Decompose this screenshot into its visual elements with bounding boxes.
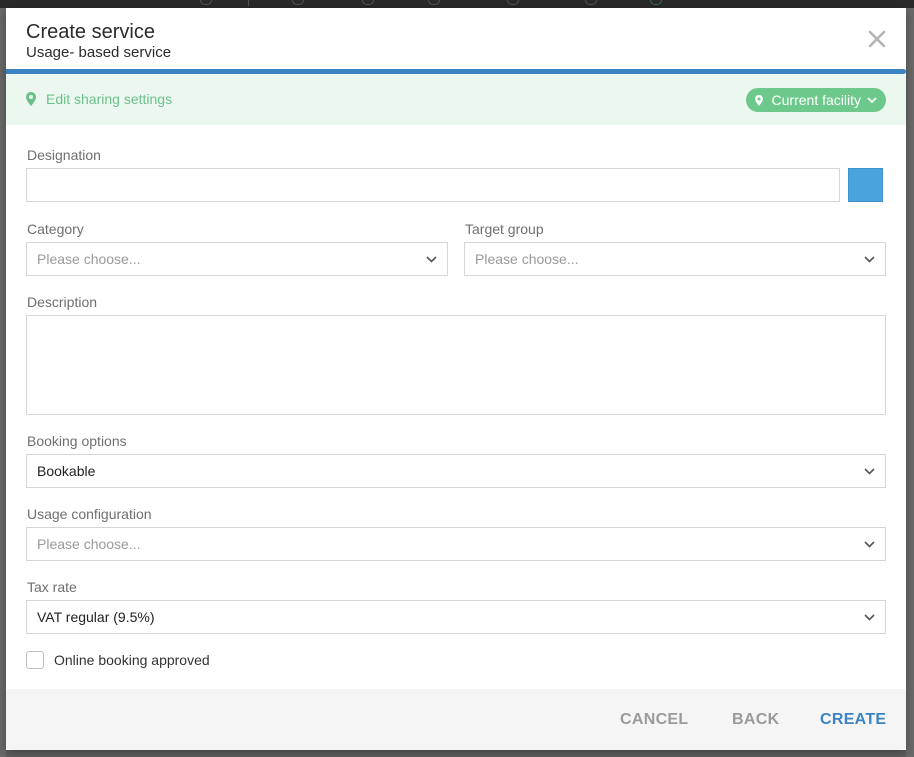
- chevron-down-icon: [864, 540, 875, 548]
- background-tag-icon: [362, 0, 374, 5]
- chevron-down-icon: [867, 96, 877, 103]
- online-booking-approved-row[interactable]: Online booking approved: [26, 651, 210, 669]
- create-service-dialog: Create service Usage- based service Edit…: [6, 8, 906, 750]
- background-gear-icon: [650, 0, 662, 5]
- target-group-label: Target group: [465, 221, 544, 237]
- current-facility-label: Current facility: [771, 92, 861, 108]
- sharing-settings-bar: Edit sharing settings Current facility: [6, 74, 906, 125]
- booking-options-select[interactable]: Bookable: [26, 454, 886, 488]
- booking-options-value: Bookable: [37, 463, 96, 479]
- designation-input[interactable]: [26, 168, 840, 202]
- designation-label: Designation: [27, 147, 101, 163]
- description-textarea[interactable]: [26, 315, 886, 415]
- background-grid-icon: [292, 0, 304, 5]
- dialog-title: Create service: [26, 21, 155, 43]
- background-camera-icon: [428, 0, 440, 5]
- designation-color-picker[interactable]: [848, 168, 883, 202]
- tax-rate-label: Tax rate: [27, 579, 77, 595]
- create-button[interactable]: CREATE: [820, 711, 886, 729]
- usage-configuration-select[interactable]: Please choose...: [26, 527, 886, 561]
- dialog-header: Create service Usage- based service: [6, 8, 906, 70]
- target-group-select[interactable]: Please choose...: [464, 242, 886, 276]
- category-label: Category: [27, 221, 84, 237]
- background-toolbar: [0, 0, 914, 8]
- cancel-button[interactable]: CANCEL: [620, 711, 688, 729]
- back-button[interactable]: BACK: [732, 711, 779, 729]
- chevron-down-icon: [864, 613, 875, 621]
- background-separator: [248, 0, 249, 6]
- map-pin-icon: [754, 94, 763, 106]
- background-star-icon: [200, 0, 212, 5]
- background-calendar-icon: [507, 0, 519, 5]
- chevron-down-icon: [426, 255, 437, 263]
- tax-rate-select[interactable]: VAT regular (9.5%): [26, 600, 886, 634]
- map-pin-icon: [26, 92, 36, 106]
- edit-sharing-settings-label: Edit sharing settings: [46, 91, 173, 107]
- close-icon: [868, 30, 886, 48]
- background-clock-icon: [585, 0, 597, 5]
- background-right-edge: [906, 8, 914, 757]
- description-label: Description: [27, 294, 98, 310]
- current-facility-dropdown[interactable]: Current facility: [745, 88, 886, 112]
- tax-rate-value: VAT regular (9.5%): [37, 609, 155, 625]
- online-booking-approved-checkbox[interactable]: [26, 651, 44, 669]
- edit-sharing-settings-link[interactable]: Edit sharing settings: [26, 91, 172, 107]
- category-select[interactable]: Please choose...: [26, 242, 448, 276]
- dialog-footer: CANCEL BACK CREATE: [6, 689, 906, 750]
- dialog-subtitle: Usage- based service: [26, 44, 172, 61]
- booking-options-label: Booking options: [27, 433, 127, 449]
- chevron-down-icon: [864, 255, 875, 263]
- online-booking-approved-label: Online booking approved: [54, 652, 210, 668]
- usage-configuration-label: Usage configuration: [27, 506, 152, 522]
- category-placeholder: Please choose...: [37, 251, 141, 267]
- usage-configuration-placeholder: Please choose...: [37, 536, 141, 552]
- close-button[interactable]: [866, 28, 888, 50]
- chevron-down-icon: [864, 467, 875, 475]
- target-group-placeholder: Please choose...: [475, 251, 579, 267]
